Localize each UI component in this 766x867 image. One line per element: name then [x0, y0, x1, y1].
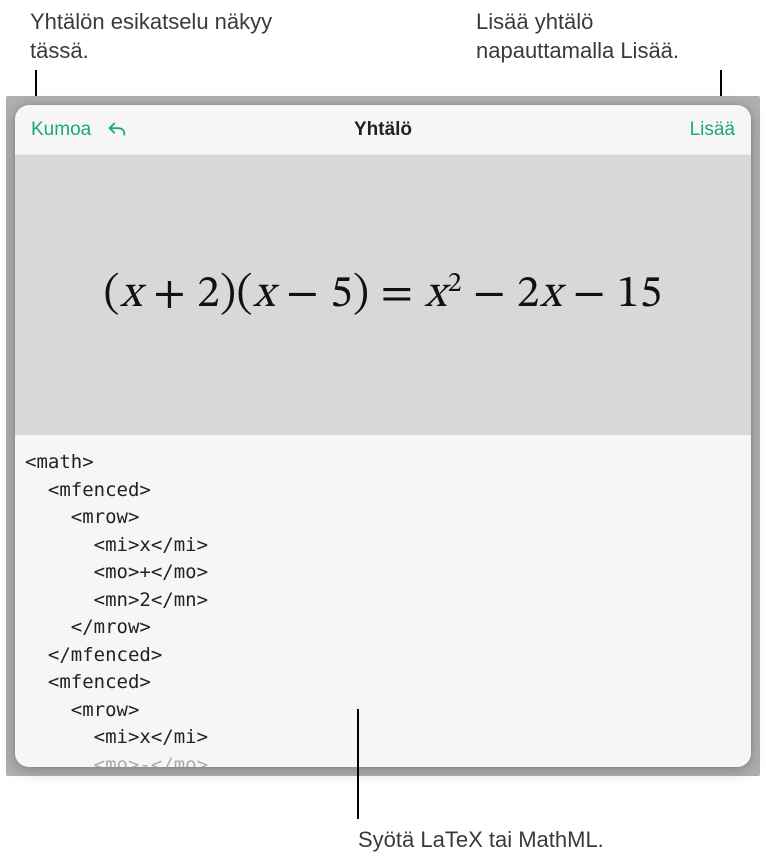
toolbar-right: Lisää [690, 119, 735, 141]
insert-button[interactable]: Lisää [690, 119, 735, 141]
callout-source: Syötä LaTeX tai MathML. [358, 826, 604, 855]
callout-line-source [357, 709, 359, 819]
cancel-button[interactable]: Kumoa [31, 119, 91, 141]
equation-dialog: Kumoa Yhtälö Lisää (x + 2)(x − 5) = x2 −… [15, 105, 751, 767]
equation-render: (x + 2)(x − 5) = x2 − 2x − 15 [104, 267, 663, 323]
toolbar: Kumoa Yhtälö Lisää [15, 105, 751, 155]
undo-icon[interactable] [105, 118, 129, 142]
source-editor[interactable]: <math> <mfenced> <mrow> <mi>x</mi> <mo>+… [15, 435, 751, 767]
source-code: <math> <mfenced> <mrow> <mi>x</mi> <mo>+… [25, 449, 741, 767]
callout-insert: Lisää yhtälö napauttamalla Lisää. [476, 8, 736, 65]
panel-background: Kumoa Yhtälö Lisää (x + 2)(x − 5) = x2 −… [6, 96, 760, 776]
toolbar-left: Kumoa [31, 118, 129, 142]
equation-preview: (x + 2)(x − 5) = x2 − 2x − 15 [15, 155, 751, 435]
callout-preview: Yhtälön esikatselu näkyy tässä. [30, 8, 330, 65]
dialog-title: Yhtälö [354, 119, 412, 141]
